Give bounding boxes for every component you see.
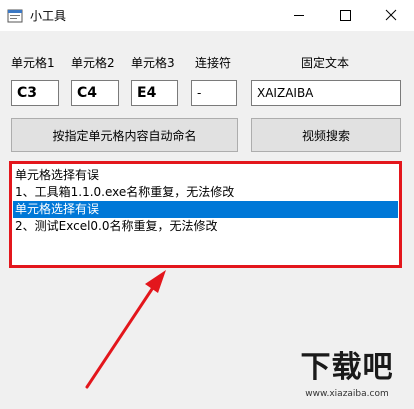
- label-connector: 连接符: [195, 56, 232, 70]
- watermark-url: www.xiazaiba.com: [305, 389, 389, 399]
- app-icon: [7, 9, 23, 23]
- window-title: 小工具: [30, 9, 67, 23]
- maximize-icon: [340, 10, 351, 21]
- cell1-input[interactable]: C3: [11, 80, 59, 106]
- maximize-button[interactable]: [322, 0, 368, 31]
- minimize-button[interactable]: [276, 0, 322, 31]
- close-icon: [385, 9, 397, 21]
- label-cell3: 单元格3: [131, 56, 175, 70]
- cell3-input[interactable]: E4: [131, 80, 178, 106]
- label-fixed-text: 固定文本: [301, 56, 350, 70]
- watermark: 下载吧 www.xiazaiba.com: [284, 348, 410, 406]
- connector-input[interactable]: -: [191, 80, 237, 106]
- cell2-input[interactable]: C4: [71, 80, 119, 106]
- fixed-text-input[interactable]: XAIZAIBA: [251, 80, 401, 106]
- watermark-logo-text: 下载吧: [300, 350, 394, 385]
- video-search-button[interactable]: 视频搜索: [251, 118, 401, 152]
- auto-rename-button[interactable]: 按指定单元格内容自动命名: [11, 118, 238, 152]
- label-cell1: 单元格1: [11, 56, 55, 70]
- label-cell2: 单元格2: [71, 56, 115, 70]
- close-button[interactable]: [368, 0, 414, 31]
- annotation-highlight-box: [9, 161, 402, 268]
